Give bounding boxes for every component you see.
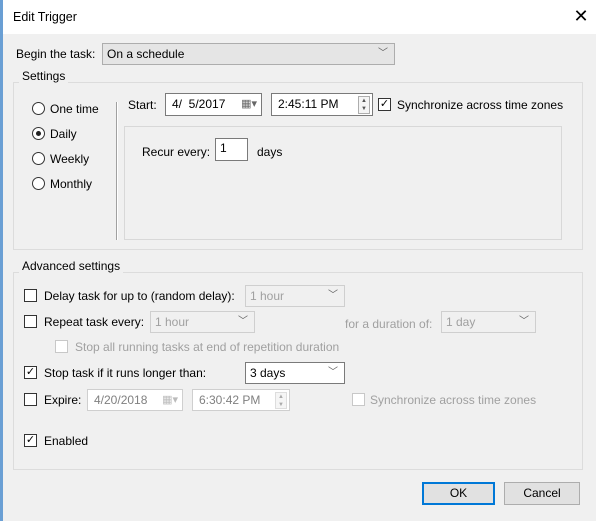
radio-monthly[interactable] <box>32 177 45 190</box>
radio-weekly[interactable] <box>32 152 45 165</box>
expire-checkbox[interactable] <box>24 393 37 406</box>
expire-label: Expire: <box>44 393 82 407</box>
stop-all-checkbox[interactable] <box>55 340 68 353</box>
chevron-down-icon: ﹀ <box>238 316 248 327</box>
stop-task-dropdown[interactable]: 3 days ﹀ <box>245 362 345 384</box>
expire-sync-label: Synchronize across time zones <box>370 393 537 407</box>
expire-sync-checkbox[interactable] <box>352 393 365 406</box>
stop-all-label: Stop all running tasks at end of repetit… <box>75 340 340 354</box>
recur-every-input[interactable]: 1 <box>215 138 248 161</box>
calendar-icon[interactable]: ▦▾ <box>241 97 257 112</box>
start-date-picker[interactable]: 4/ 5/2017 ▦▾ <box>165 93 262 116</box>
radio-monthly-label: Monthly <box>50 177 93 191</box>
title-bar: Edit Trigger ✕ <box>0 0 596 34</box>
spinner-icon[interactable]: ▲ ▼ <box>275 392 287 409</box>
expire-time-picker[interactable]: 6:30:42 PM ▲ ▼ <box>192 389 290 411</box>
chevron-down-icon: ﹀ <box>328 290 338 301</box>
expire-date-value: 4/20/2018 <box>94 393 148 407</box>
duration-dropdown[interactable]: 1 day ﹀ <box>441 311 536 333</box>
duration-value: 1 day <box>446 315 476 329</box>
close-icon[interactable]: ✕ <box>571 6 591 27</box>
sync-timezones-label: Synchronize across time zones <box>397 98 564 112</box>
chevron-down-icon: ﹀ <box>378 48 388 59</box>
radio-one-time-label: One time <box>50 102 99 116</box>
delay-task-value: 1 hour <box>250 289 285 303</box>
start-label: Start: <box>128 98 157 112</box>
repeat-task-dropdown[interactable]: 1 hour ﹀ <box>150 311 255 333</box>
radio-weekly-label: Weekly <box>50 152 90 166</box>
repeat-task-checkbox[interactable] <box>24 315 37 328</box>
stop-task-label: Stop task if it runs longer than: <box>44 366 207 380</box>
chevron-down-icon: ﹀ <box>328 367 338 378</box>
expire-date-picker[interactable]: 4/20/2018 ▦▾ <box>87 389 183 411</box>
start-time-picker[interactable]: 2:45:11 PM ▲ ▼ <box>271 93 373 116</box>
advanced-settings-label: Advanced settings <box>19 259 124 273</box>
separator <box>116 102 118 240</box>
start-time-value: 2:45:11 PM <box>278 97 339 111</box>
duration-label: for a duration of: <box>345 317 433 331</box>
repeat-task-label: Repeat task every: <box>44 315 145 329</box>
cancel-button[interactable]: Cancel <box>504 482 580 505</box>
expire-time-value: 6:30:42 PM <box>199 393 261 407</box>
delay-task-label: Delay task for up to (random delay): <box>44 289 235 303</box>
ok-button[interactable]: OK <box>422 482 495 505</box>
stop-task-checkbox[interactable]: ✓ <box>24 366 37 379</box>
recur-every-label: Recur every: <box>142 145 211 159</box>
enabled-label: Enabled <box>44 434 89 448</box>
enabled-checkbox[interactable]: ✓ <box>24 434 37 447</box>
stop-task-value: 3 days <box>250 366 286 380</box>
begin-task-value: On a schedule <box>107 47 185 61</box>
radio-daily[interactable] <box>32 127 45 140</box>
sync-timezones-checkbox[interactable]: ✓ <box>378 98 391 111</box>
window-title: Edit Trigger <box>13 10 77 24</box>
calendar-icon[interactable]: ▦▾ <box>162 393 178 408</box>
start-date-value: 4/ 5/2017 <box>172 97 226 111</box>
radio-daily-label: Daily <box>50 127 77 141</box>
begin-task-dropdown[interactable]: On a schedule ﹀ <box>102 43 395 65</box>
begin-task-label: Begin the task: <box>16 47 96 61</box>
recurrence-panel <box>124 126 562 240</box>
delay-task-dropdown[interactable]: 1 hour ﹀ <box>245 285 345 307</box>
chevron-down-icon: ﹀ <box>519 316 529 327</box>
repeat-task-value: 1 hour <box>155 315 190 329</box>
settings-label: Settings <box>19 69 69 83</box>
recur-unit-label: days <box>257 145 283 159</box>
radio-one-time[interactable] <box>32 102 45 115</box>
spinner-icon[interactable]: ▲ ▼ <box>358 96 370 114</box>
delay-task-checkbox[interactable] <box>24 289 37 302</box>
